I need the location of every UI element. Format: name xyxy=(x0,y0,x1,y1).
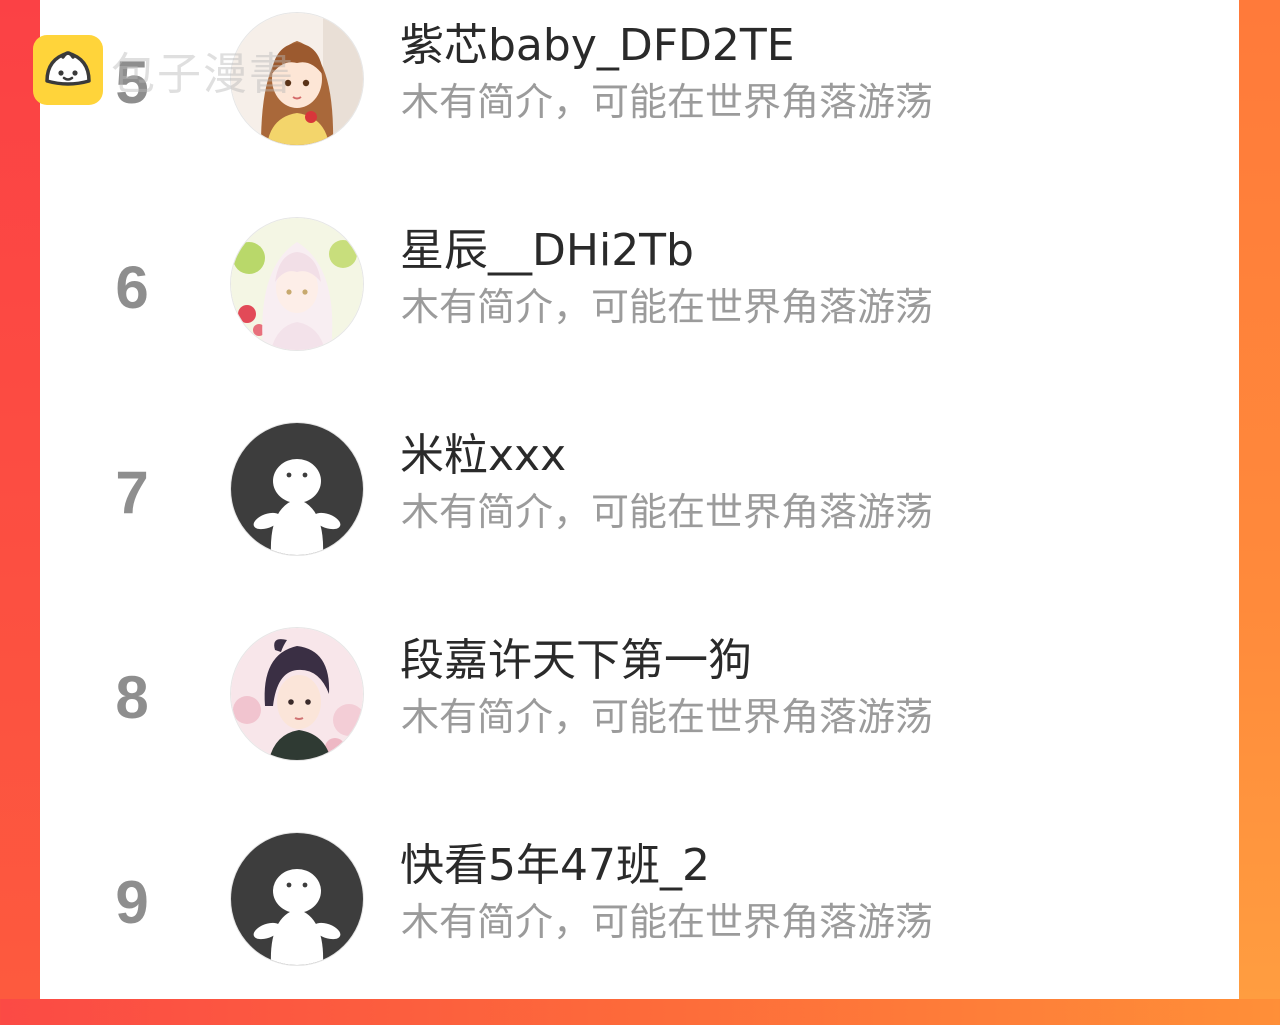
rank-number: 6 xyxy=(115,254,149,321)
user-name: 紫芯baby_DFD2TE xyxy=(400,20,795,71)
list-item[interactable]: 9 快看5年47班_2 木有简介，可能在世界角落游荡 xyxy=(40,820,1239,1025)
default-ghost-avatar-icon[interactable] xyxy=(231,833,363,965)
rank-number: 8 xyxy=(115,664,149,731)
right-background-strip xyxy=(1239,0,1280,999)
user-name: 米粒xxx xyxy=(400,430,567,481)
user-avatar[interactable] xyxy=(231,628,363,760)
user-name: 快看5年47班_2 xyxy=(400,840,710,891)
user-avatar[interactable] xyxy=(231,218,363,350)
user-bio: 木有简介，可能在世界角落游荡 xyxy=(401,285,934,329)
user-bio: 木有简介，可能在世界角落游荡 xyxy=(401,80,934,124)
watermark: 包子漫書 xyxy=(33,34,295,106)
user-bio: 木有简介，可能在世界角落游荡 xyxy=(401,490,934,534)
rank-number: 9 xyxy=(115,869,149,936)
list-item[interactable]: 7 米粒xxx 木有简介，可能在世界角落游荡 xyxy=(40,410,1239,615)
rank-number: 7 xyxy=(115,459,149,526)
bun-logo-icon xyxy=(33,35,103,105)
user-name: 段嘉许天下第一狗 xyxy=(400,635,752,686)
user-bio: 木有简介，可能在世界角落游荡 xyxy=(401,695,934,739)
user-name: 星辰__DHi2Tb xyxy=(400,225,694,276)
user-ranking-list: 5 紫芯baby_DFD2TE 木有简介，可能在世界角落游荡 6 星辰__DHi… xyxy=(40,0,1239,999)
watermark-text: 包子漫書 xyxy=(111,49,295,100)
default-ghost-avatar-icon[interactable] xyxy=(231,423,363,555)
left-background-strip xyxy=(0,0,40,999)
list-item[interactable]: 8 段嘉许天下第一狗 木有简介，可能在世界角落游荡 xyxy=(40,615,1239,820)
user-bio: 木有简介，可能在世界角落游荡 xyxy=(401,900,934,944)
list-item[interactable]: 6 星辰__DHi2Tb 木有简介，可能在世界角落游荡 xyxy=(40,205,1239,410)
